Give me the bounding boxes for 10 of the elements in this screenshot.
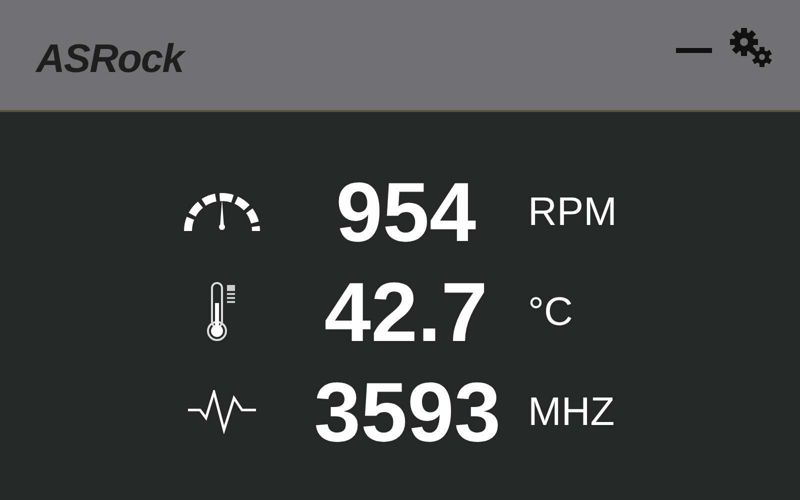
unit-label: °C [528, 290, 573, 334]
pulse-icon [186, 390, 258, 434]
reading-value: 42.7 [323, 270, 489, 354]
gauge-icon [184, 191, 260, 233]
brand-logo: ASRock [36, 37, 184, 82]
reading-value: 954 [334, 170, 478, 254]
reading-value: 3593 [314, 370, 498, 454]
thermometer-icon [206, 281, 238, 343]
unit-label: RPM [528, 190, 617, 234]
unit-label: MHZ [528, 390, 615, 434]
